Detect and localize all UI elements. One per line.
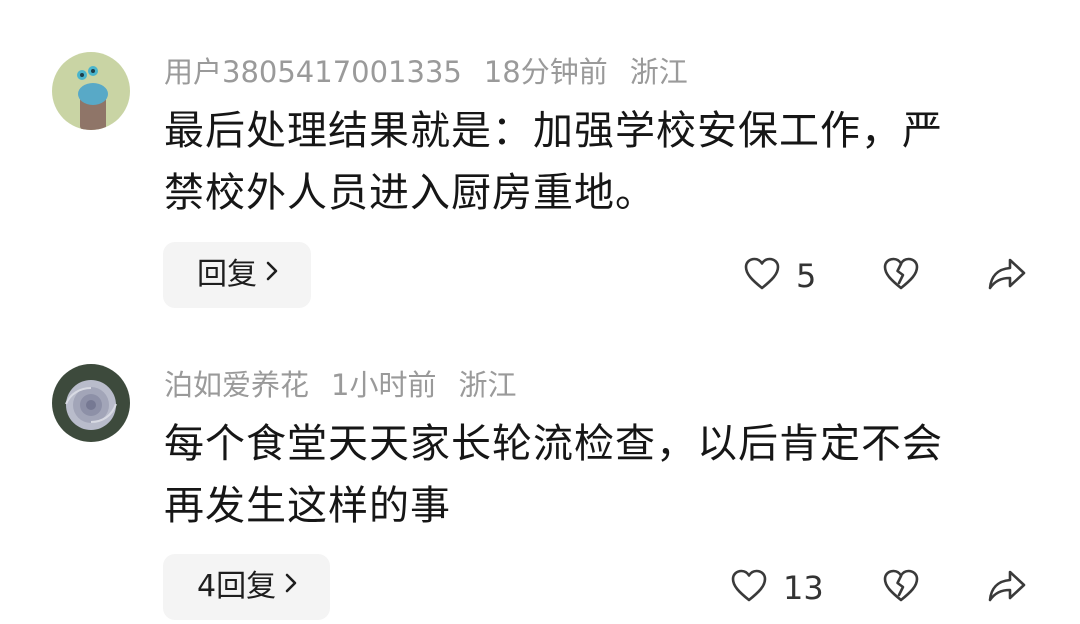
- broken-heart-icon: [881, 254, 921, 298]
- reply-label: 4回复: [197, 569, 277, 604]
- share-arrow-icon: [986, 566, 1028, 610]
- avatar[interactable]: [52, 364, 130, 442]
- share-button[interactable]: [986, 254, 1028, 298]
- share-arrow-icon: [986, 254, 1028, 298]
- username[interactable]: 泊如爱养花: [164, 368, 309, 402]
- dislike-button[interactable]: [881, 566, 921, 610]
- comment-line: 每个食堂天天家长轮流检查，以后肯定不会: [164, 421, 943, 467]
- comment-line: 再发生这样的事: [164, 483, 451, 529]
- avatar[interactable]: [52, 52, 130, 130]
- chevron-right-icon: [284, 552, 298, 618]
- comment-meta: 泊如爱养花 1小时前 浙江: [164, 365, 538, 405]
- reply-button[interactable]: 4回复: [163, 552, 331, 620]
- like-button[interactable]: 13: [729, 566, 824, 610]
- like-count: 5: [796, 257, 817, 295]
- timestamp: 1小时前: [331, 368, 437, 402]
- heart-outline-icon: [729, 566, 769, 610]
- comment-text: 每个食堂天天家长轮流检查，以后肯定不会 再发生这样的事: [164, 413, 1024, 537]
- dislike-button[interactable]: [881, 254, 921, 298]
- location: 浙江: [458, 368, 517, 402]
- share-button[interactable]: [986, 566, 1028, 610]
- heart-outline-icon: [742, 254, 782, 298]
- username[interactable]: 用户3805417001335: [164, 55, 462, 89]
- comment-text: 最后处理结果就是：加强学校安保工作，严 禁校外人员进入厨房重地。: [164, 100, 1024, 224]
- chevron-right-icon: [265, 240, 279, 306]
- location: 浙江: [629, 55, 688, 89]
- comment-meta: 用户3805417001335 18分钟前 浙江: [164, 52, 710, 92]
- like-button[interactable]: 5: [742, 254, 816, 298]
- timestamp: 18分钟前: [483, 55, 608, 89]
- like-count: 13: [783, 569, 824, 607]
- comment-line: 最后处理结果就是：加强学校安保工作，严: [164, 108, 943, 154]
- reply-label: 回复: [197, 257, 257, 292]
- broken-heart-icon: [881, 566, 921, 610]
- reply-button[interactable]: 回复: [163, 242, 311, 308]
- comment-line: 禁校外人员进入厨房重地。: [164, 170, 656, 216]
